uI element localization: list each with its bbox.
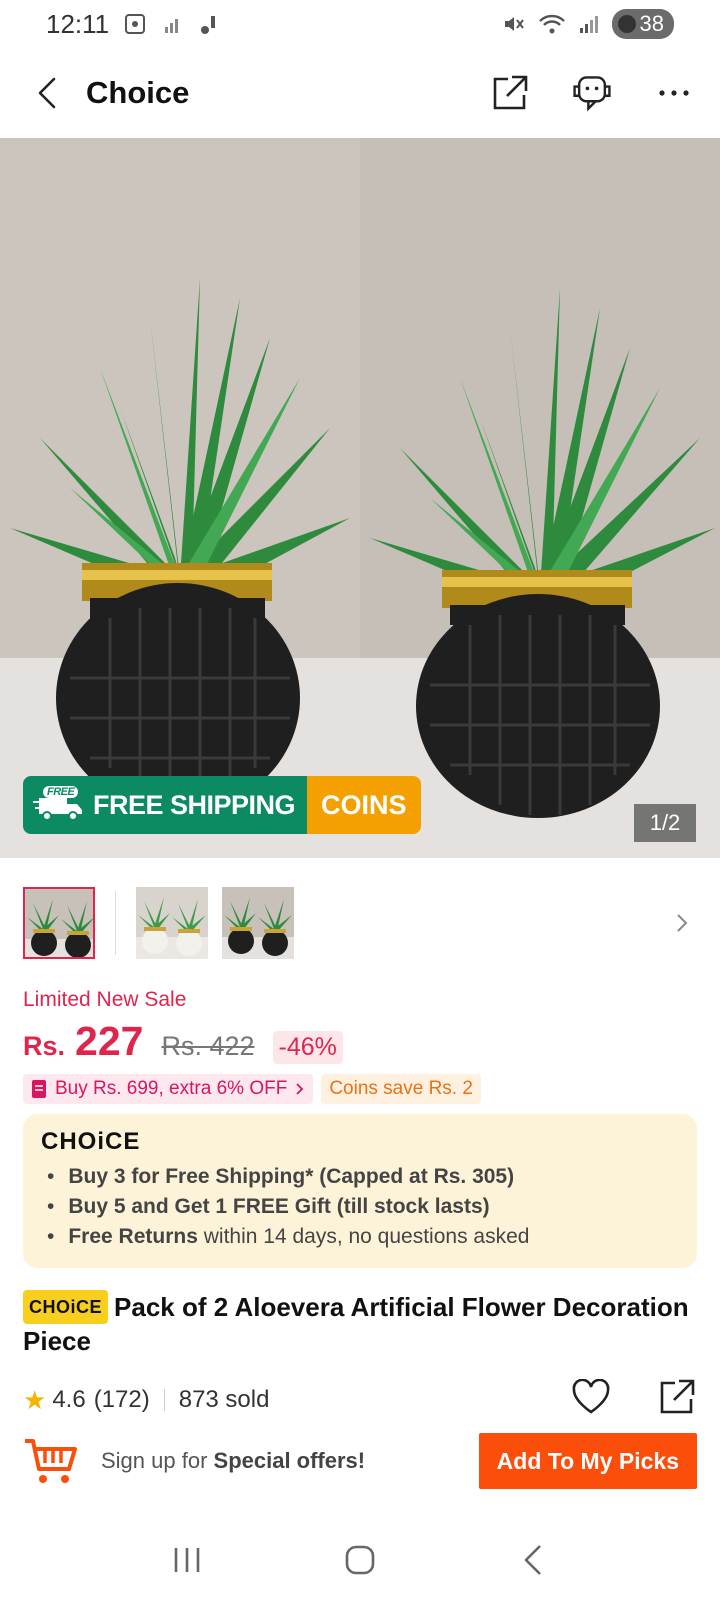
price-row: Rs. 227 Rs. 422 -46%	[23, 1018, 343, 1065]
price-currency: Rs.	[23, 1031, 66, 1061]
nav-home-button[interactable]	[330, 1530, 390, 1590]
share-icon	[660, 1379, 695, 1413]
signup-prefix: Sign up for	[101, 1448, 214, 1473]
image-counter: 1/2	[634, 804, 696, 842]
thumbnail-strip	[23, 886, 697, 960]
coupon-icon	[32, 1080, 46, 1098]
battery-indicator: 38	[611, 9, 674, 39]
nav-recents-icon	[174, 1548, 199, 1572]
discount-badge: -46%	[272, 1031, 343, 1064]
benefit-item: • Buy 5 and Get 1 FREE Gift (till stock …	[47, 1195, 490, 1218]
chevron-right-icon	[296, 1083, 304, 1095]
signup-strong: Special offers!	[213, 1448, 366, 1473]
customer-service-button[interactable]	[570, 71, 614, 115]
choice-benefits-box[interactable]: CHOiCE • Buy 3 for Free Shipping* (Cappe…	[23, 1114, 697, 1268]
buy-offer-chip[interactable]: Buy Rs. 699, extra 6% OFF	[23, 1074, 314, 1104]
nav-recents-button[interactable]	[157, 1530, 217, 1590]
status-bar: 12:11 38	[0, 0, 720, 48]
share-product-button[interactable]	[657, 1377, 697, 1424]
buy-offer-text: Buy Rs. 699, extra 6% OFF	[55, 1078, 288, 1099]
share-icon	[493, 75, 528, 110]
thumbnail-2[interactable]	[136, 887, 208, 959]
nav-back-button[interactable]	[503, 1530, 563, 1590]
rating-value: 4.6	[52, 1386, 86, 1413]
benefit-bold: Free Returns	[68, 1225, 198, 1248]
star-icon: ★	[23, 1384, 47, 1415]
chevron-right-icon	[677, 914, 688, 932]
original-price: Rs. 422	[161, 1031, 255, 1061]
wishlist-button[interactable]	[571, 1378, 611, 1422]
screenshot-icon	[123, 12, 147, 36]
nav-back-icon	[525, 1545, 542, 1575]
system-nav-bar	[0, 1520, 720, 1600]
benefit-bold: Buy 3 for Free Shipping* (Capped at Rs. …	[68, 1165, 515, 1188]
product-title-block: CHOiCE Pack of 2 Aloevera Artificial Flow…	[23, 1290, 697, 1358]
product-title: Pack of 2 Aloevera Artificial Flower Dec…	[23, 1292, 689, 1356]
share-button[interactable]	[488, 71, 532, 115]
rating-divider	[163, 1389, 165, 1411]
more-icon	[659, 90, 689, 96]
thumbnail-1[interactable]	[23, 887, 95, 959]
add-to-picks-button[interactable]: Add To My Picks	[478, 1433, 697, 1489]
back-icon	[38, 77, 56, 109]
benefit-item: • Buy 3 for Free Shipping* (Capped at Rs…	[47, 1165, 515, 1188]
product-image[interactable]: FREE FREE SHIPPING COINS 1/2	[0, 138, 720, 858]
thumbnail-3[interactable]	[222, 887, 294, 959]
truck-icon: FREE	[33, 786, 85, 822]
wifi-icon	[538, 12, 566, 36]
thumbnail-divider	[115, 891, 116, 955]
status-time: 12:11	[46, 8, 110, 39]
nav-home-icon	[345, 1545, 375, 1575]
product-photo	[0, 138, 720, 858]
more-button[interactable]	[652, 71, 696, 115]
cell-signal-icon	[578, 12, 600, 36]
heart-icon	[572, 1378, 610, 1414]
cart-icon	[25, 1439, 77, 1483]
sold-count: 873 sold	[178, 1386, 270, 1413]
notification-icon	[199, 12, 221, 36]
review-count[interactable]: (172)	[94, 1386, 150, 1414]
cart-button[interactable]	[23, 1433, 79, 1489]
battery-level: 38	[639, 11, 664, 36]
signup-prompt[interactable]: Sign up for Special offers!	[101, 1448, 365, 1474]
support-bot-icon	[573, 76, 611, 112]
free-shipping-text: FREE SHIPPING	[93, 789, 296, 820]
rating-row: ★ 4.6 (172) 873 sold	[23, 1378, 697, 1422]
free-tag: FREE	[43, 786, 79, 798]
app-header: Choice	[0, 48, 720, 138]
bottom-action-bar: Sign up for Special offers! Add To My Pi…	[23, 1432, 697, 1490]
choice-logo: CHOiCE	[41, 1128, 141, 1155]
signal-off-icon	[161, 12, 185, 36]
coins-text: COINS	[307, 776, 421, 834]
coins-save-chip: Coins save Rs. 2	[321, 1074, 481, 1104]
back-button[interactable]	[24, 69, 72, 117]
page-title: Choice	[86, 75, 190, 110]
battery-saver-icon	[617, 15, 636, 33]
choice-badge: CHOiCE	[23, 1290, 109, 1324]
sale-label: Limited New Sale	[23, 988, 187, 1011]
benefit-rest: within 14 days, no questions asked	[197, 1225, 530, 1248]
mute-icon	[502, 12, 526, 36]
benefit-bold: Buy 5 and Get 1 FREE Gift (till stock la…	[68, 1195, 490, 1218]
promo-row: Buy Rs. 699, extra 6% OFF Coins save Rs.…	[23, 1074, 481, 1104]
benefit-item: • Free Returns within 14 days, no questi…	[47, 1225, 530, 1248]
price-value: 227	[75, 1018, 144, 1064]
thumbnail-next-button[interactable]	[667, 908, 697, 938]
free-shipping-coins-banner: FREE FREE SHIPPING COINS	[23, 776, 421, 834]
